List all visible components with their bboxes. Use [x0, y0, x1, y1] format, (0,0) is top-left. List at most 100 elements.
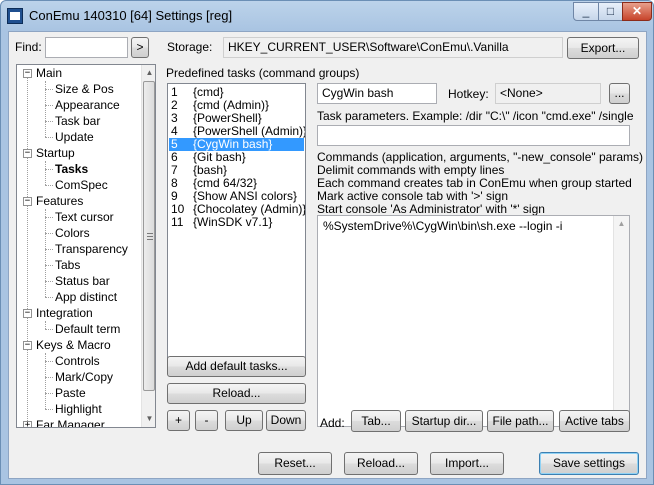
tree-item-tasks[interactable]: Tasks — [55, 161, 88, 177]
help-line-5: Start console 'As Administrator' with '*… — [317, 202, 545, 216]
task-commands-text: %SystemDrive%\CygWin\bin\sh.exe --login … — [323, 219, 563, 233]
tasks-group-label: Predefined tasks (command groups) — [166, 66, 360, 80]
find-go-button[interactable]: > — [131, 37, 149, 58]
scroll-up-arrow-icon[interactable]: ▲ — [614, 216, 629, 231]
tree-item-main[interactable]: Main — [36, 65, 62, 81]
tree-item-comspec[interactable]: ComSpec — [55, 177, 108, 193]
tree-item-highlight[interactable]: Highlight — [55, 401, 102, 417]
tree-item-update[interactable]: Update — [55, 129, 94, 145]
minimize-button[interactable]: _ — [573, 2, 599, 21]
tree-item-appearance[interactable]: Appearance — [55, 97, 120, 113]
task-number: 11 — [171, 215, 184, 229]
tree-connector — [45, 169, 53, 170]
save-settings-button[interactable]: Save settings — [539, 452, 639, 475]
window-title: ConEmu 140310 [64] Settings [reg] — [29, 8, 233, 23]
tree-connector — [45, 185, 53, 186]
hotkey-browse-button[interactable]: ... — [609, 83, 630, 104]
tree-item-default-term[interactable]: Default term — [55, 321, 120, 337]
task-list-item[interactable]: 11 {WinSDK v7.1} — [169, 216, 304, 229]
scroll-up-arrow-icon[interactable]: ▲ — [142, 65, 155, 80]
find-input[interactable] — [45, 37, 128, 58]
storage-path-field: HKEY_CURRENT_USER\Software\ConEmu\.Vanil… — [223, 37, 563, 58]
tree-connector — [45, 393, 53, 394]
tasks-list[interactable]: 1 {cmd} 2 {cmd (Admin)} 3 {PowerShell} 4 {Power… — [167, 83, 306, 374]
add-label: Add: — [320, 416, 345, 430]
tree-connector — [45, 377, 53, 378]
collapse-icon[interactable]: − — [23, 149, 32, 158]
move-up-button[interactable]: Up — [225, 410, 263, 431]
move-down-button[interactable]: Down — [266, 410, 306, 431]
export-button[interactable]: Export... — [567, 37, 639, 59]
hotkey-label: Hotkey: — [448, 87, 489, 101]
tree-connector — [45, 321, 46, 329]
tree-connector — [45, 361, 53, 362]
collapse-icon[interactable]: − — [23, 309, 32, 318]
tree-item-features[interactable]: Features — [36, 193, 83, 209]
title-bar[interactable]: ConEmu 140310 [64] Settings [reg] _ □ ✕ — [1, 1, 653, 31]
task-commands-textarea[interactable]: %SystemDrive%\CygWin\bin\sh.exe --login … — [317, 215, 630, 427]
scroll-thumb[interactable] — [143, 81, 155, 391]
reload-tasks-button[interactable]: Reload... — [167, 383, 306, 404]
tree-item-keys-macro[interactable]: Keys & Macro — [36, 337, 111, 353]
add-task-button[interactable]: + — [167, 410, 190, 431]
tree-item-paste[interactable]: Paste — [55, 385, 86, 401]
tree-item-app-distinct[interactable]: App distinct — [55, 289, 117, 305]
task-list-item[interactable]: 6 {Git bash} — [169, 151, 304, 164]
task-name-input[interactable]: CygWin bash — [317, 83, 437, 104]
tree-item-tabs[interactable]: Tabs — [55, 257, 80, 273]
task-params-input[interactable] — [317, 125, 630, 146]
maximize-button[interactable]: □ — [598, 2, 623, 21]
tree-scrollbar[interactable]: ▲ ▼ — [141, 65, 155, 427]
add-tab-button[interactable]: Tab... — [351, 410, 401, 432]
grip-line — [147, 233, 153, 234]
help-line-2: Delimit commands with empty lines — [317, 163, 505, 177]
reload-button[interactable]: Reload... — [344, 452, 418, 475]
close-button[interactable]: ✕ — [622, 2, 652, 21]
add-file-path-button[interactable]: File path... — [487, 410, 554, 432]
task-name: {WinSDK v7.1} — [193, 215, 273, 229]
tree-connector — [45, 161, 46, 185]
tree-connector — [45, 137, 53, 138]
tree-item-integration[interactable]: Integration — [36, 305, 93, 321]
expand-icon[interactable]: + — [23, 421, 32, 427]
conemu-app-icon — [7, 8, 23, 24]
hotkey-field: <None> — [495, 83, 601, 104]
scroll-down-arrow-icon[interactable]: ▼ — [142, 411, 155, 426]
import-button[interactable]: Import... — [430, 452, 504, 475]
help-line-4: Mark active console tab with '>' sign — [317, 189, 509, 203]
tree-item-controls[interactable]: Controls — [55, 353, 100, 369]
settings-client-area: Find: > Storage: HKEY_CURRENT_USER\Softw… — [8, 31, 647, 479]
tree-connector — [45, 217, 53, 218]
tree-connector — [27, 73, 28, 423]
grip-line — [147, 236, 153, 237]
tree-item-size-pos[interactable]: Size & Pos — [55, 81, 114, 97]
grip-line — [147, 239, 153, 240]
reset-button[interactable]: Reset... — [258, 452, 332, 475]
tree-connector — [45, 409, 53, 410]
collapse-icon[interactable]: − — [23, 341, 32, 350]
collapse-icon[interactable]: − — [23, 69, 32, 78]
collapse-icon[interactable]: − — [23, 197, 32, 206]
tree-connector — [45, 209, 46, 297]
find-label: Find: — [15, 40, 42, 54]
add-active-tabs-button[interactable]: Active tabs — [559, 410, 630, 432]
add-default-tasks-button[interactable]: Add default tasks... — [167, 356, 306, 377]
tree-item-status-bar[interactable]: Status bar — [55, 273, 110, 289]
tree-connector — [45, 105, 53, 106]
help-line-1: Commands (application, arguments, "-new_… — [317, 150, 643, 164]
tree-connector — [45, 249, 53, 250]
tree-item-transparency[interactable]: Transparency — [55, 241, 128, 257]
remove-task-button[interactable]: - — [195, 410, 218, 431]
add-startup-dir-button[interactable]: Startup dir... — [405, 410, 483, 432]
tree-item-startup[interactable]: Startup — [36, 145, 75, 161]
tree-item-task-bar[interactable]: Task bar — [55, 113, 100, 129]
tree-connector — [45, 329, 53, 330]
storage-label: Storage: — [167, 40, 213, 54]
commands-scrollbar[interactable]: ▲ ▼ — [613, 216, 629, 426]
tree-connector — [45, 281, 53, 282]
help-line-3: Each command creates tab in ConEmu when … — [317, 176, 632, 190]
tree-item-text-cursor[interactable]: Text cursor — [55, 209, 114, 225]
tree-item-colors[interactable]: Colors — [55, 225, 90, 241]
tree-item-mark-copy[interactable]: Mark/Copy — [55, 369, 113, 385]
tree-item-far-manager[interactable]: Far Manager — [36, 417, 105, 427]
